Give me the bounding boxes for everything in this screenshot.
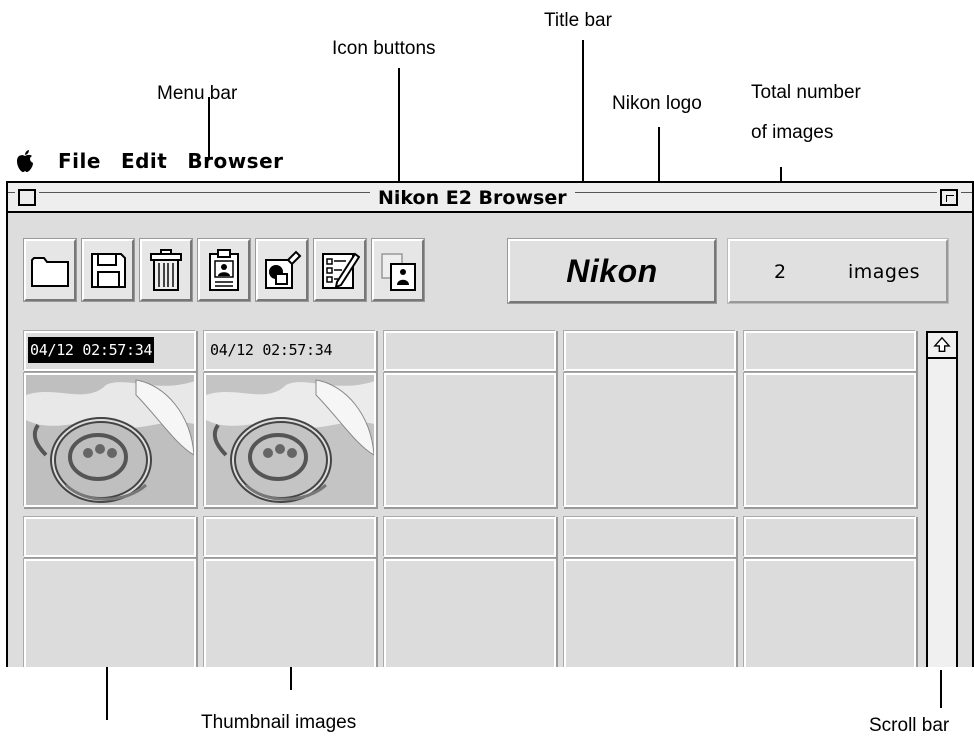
empty-date-cell [24, 517, 196, 557]
trash-can-icon [150, 249, 182, 291]
menu-file[interactable]: File [58, 149, 101, 173]
export-icon [265, 250, 302, 289]
empty-image-cell [564, 373, 736, 507]
zoom-box-icon[interactable] [940, 189, 958, 206]
empty-image-cell [384, 559, 556, 667]
empty-date-cell [384, 331, 556, 371]
export-button[interactable] [256, 239, 308, 301]
title-bar[interactable]: Nikon E2 Browser [8, 183, 972, 213]
folder-icon [31, 257, 69, 287]
open-folder-button[interactable] [24, 239, 76, 301]
thumbnail-image[interactable] [204, 373, 376, 507]
nikon-logo-text: Nikon [566, 252, 658, 289]
close-box-icon[interactable] [18, 189, 36, 206]
image-count-unit: images [848, 261, 921, 283]
leader-title-bar [582, 40, 584, 192]
empty-image-cell [564, 559, 736, 667]
empty-date-cell [744, 517, 916, 557]
empty-date-cell [564, 517, 736, 557]
empty-image-cell [744, 559, 916, 667]
save-button[interactable] [82, 239, 134, 301]
image-person-icon [381, 253, 416, 291]
scroll-bar[interactable] [926, 331, 958, 667]
clipboard-icon [209, 249, 239, 291]
thumbnail-date: 04/12 02:57:34 [210, 341, 333, 359]
edit-info-button[interactable] [314, 239, 366, 301]
callout-scroll-bar: Scroll bar [869, 715, 950, 736]
thumbnail-image[interactable] [24, 373, 196, 507]
menu-edit[interactable]: Edit [121, 149, 167, 173]
empty-image-cell [24, 559, 196, 667]
empty-date-cell [744, 331, 916, 371]
empty-date-cell [564, 331, 736, 371]
callout-total-images-2: of images [751, 122, 834, 143]
delete-button[interactable] [140, 239, 192, 301]
browser-window: Nikon E2 Browser Nikon 2 images 04/12 02… [6, 181, 974, 667]
thumbnail-date-cell[interactable]: 04/12 02:57:34 [204, 331, 376, 371]
callout-menu-bar: Menu bar [157, 83, 238, 104]
leader-scroll-bar [940, 670, 942, 708]
menu-browser[interactable]: Browser [187, 149, 283, 173]
callout-title-bar: Title bar [544, 10, 612, 31]
image-count-display: 2 images [728, 239, 948, 303]
empty-image-cell [384, 373, 556, 507]
empty-date-cell [384, 517, 556, 557]
empty-date-cell [204, 517, 376, 557]
image-view-button[interactable] [372, 239, 424, 301]
scroll-up-arrow-icon[interactable] [928, 333, 956, 359]
callout-total-images-1: Total number [751, 82, 861, 103]
empty-image-cell [204, 559, 376, 667]
empty-image-cell [744, 373, 916, 507]
clipboard-button[interactable] [198, 239, 250, 301]
thumbnail-date-cell[interactable]: 04/12 02:57:34 [24, 331, 196, 371]
floppy-disk-icon [91, 253, 126, 288]
callout-thumbnail-images: Thumbnail images [201, 712, 357, 733]
apple-icon[interactable] [14, 149, 36, 173]
image-count-value: 2 [774, 261, 787, 283]
checklist-pencil-icon [322, 252, 360, 289]
window-title: Nikon E2 Browser [370, 186, 575, 210]
callout-nikon-logo: Nikon logo [612, 93, 702, 114]
menu-bar: File Edit Browser [14, 146, 304, 176]
nikon-logo: Nikon [508, 239, 716, 303]
thumbnail-date: 04/12 02:57:34 [28, 337, 155, 363]
callout-icon-buttons: Icon buttons [332, 38, 436, 59]
french-horn-thumbnail [206, 375, 374, 505]
french-horn-thumbnail [26, 375, 194, 505]
